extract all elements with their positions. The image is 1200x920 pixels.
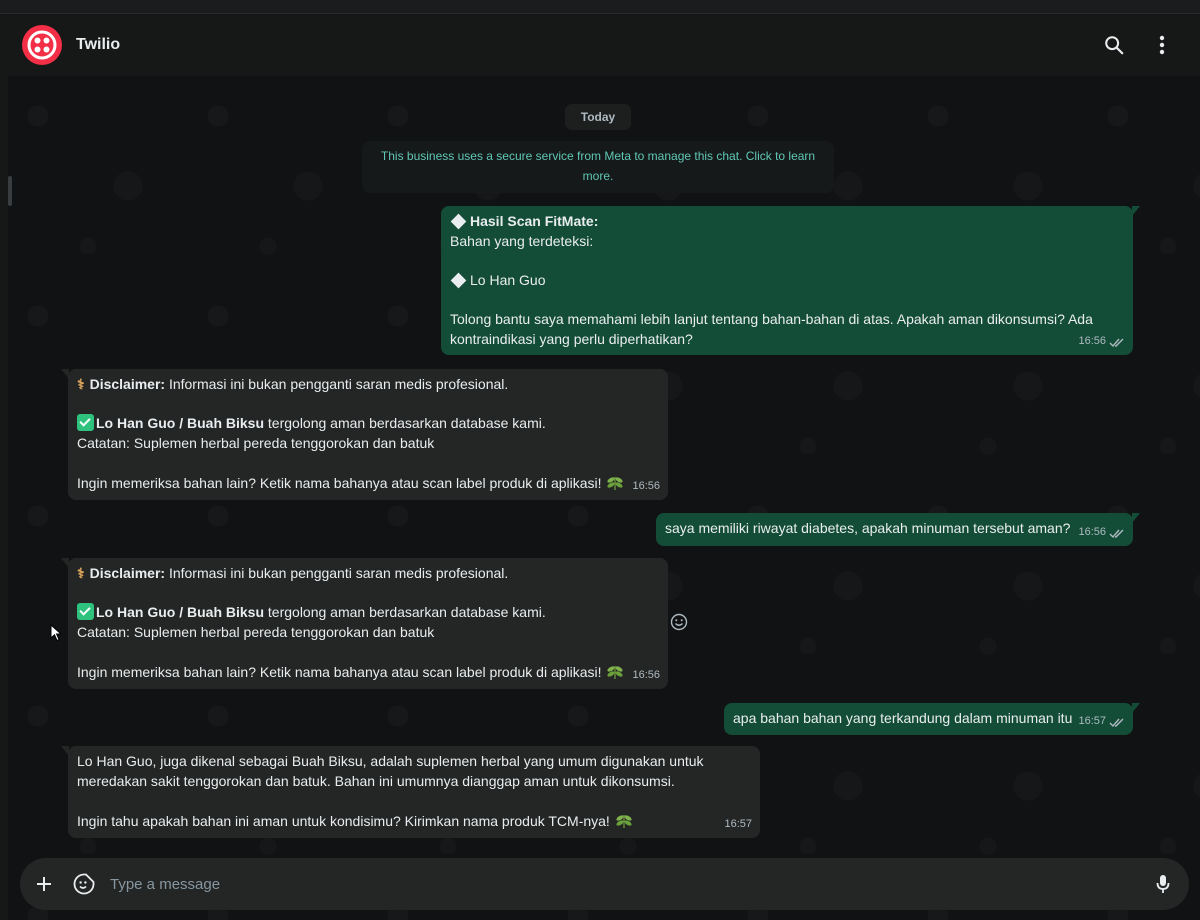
- twilio-logo[interactable]: [22, 25, 62, 65]
- disclaimer-label: Disclaimer:: [89, 376, 166, 392]
- check-mark-icon: [77, 414, 94, 432]
- message-time: 16:56: [632, 480, 660, 493]
- outgoing-message[interactable]: apa bahan bahan yang terkandung dalam mi…: [724, 703, 1140, 735]
- prompt-line: Ingin memeriksa bahan lain? Ketik nama b…: [77, 662, 659, 683]
- bubble-tail: [1132, 703, 1140, 713]
- message-line: Bahan yang terdeteksi:: [450, 232, 594, 249]
- menu-button[interactable]: [1150, 33, 1174, 57]
- message-meta: 16:57: [724, 815, 752, 835]
- product-name: Lo Han Guo / Buah Biksu: [96, 604, 265, 621]
- double-check-icon: [1109, 338, 1124, 347]
- message-body: Tolong bantu saya memahami lebih lanjut …: [450, 311, 1093, 348]
- whatsapp-chat-window: Twilio Today This business uses a secure…: [0, 0, 1200, 920]
- prompt-line: Ingin tahu apakah bahan ini aman untuk k…: [77, 811, 746, 832]
- bubble-tail: [61, 746, 69, 756]
- message-composer: [20, 858, 1189, 910]
- check-mark-icon: [77, 603, 94, 621]
- message-time: 16:57: [724, 818, 752, 831]
- disclaimer-text: Informasi ini bukan pengganti saran medi…: [165, 376, 509, 392]
- header-actions: [1102, 33, 1174, 57]
- herb-icon: [607, 477, 624, 491]
- message-meta: 16:56: [1078, 523, 1125, 543]
- bubble-tail: [61, 558, 69, 568]
- double-check-icon: [1109, 718, 1124, 727]
- search-icon: [1105, 36, 1124, 55]
- message-text: saya memiliki riwayat diabetes, apakah m…: [665, 520, 1071, 536]
- prompt-text: Ingin memeriksa bahan lain? Ketik nama b…: [77, 475, 602, 492]
- product-line: Lo Han Guo / Buah Biksu tergolong aman b…: [77, 603, 659, 623]
- message-title-line: Hasil Scan FitMate:: [450, 212, 1124, 232]
- product-note: Catatan: Suplemen herbal pereda tenggoro…: [77, 624, 435, 641]
- message-text: apa bahan bahan yang terkandung dalam mi…: [733, 710, 1073, 726]
- react-button[interactable]: [668, 611, 690, 633]
- microphone-icon: [1156, 875, 1170, 893]
- unknown-glyph-icon: [450, 272, 467, 289]
- sticker-button[interactable]: [72, 872, 96, 896]
- contact-name[interactable]: Twilio: [76, 36, 120, 54]
- attach-button[interactable]: [32, 872, 56, 896]
- message-time: 16:56: [1078, 335, 1106, 348]
- product-name: Lo Han Guo / Buah Biksu: [96, 415, 265, 432]
- message-meta: 16:56: [1078, 332, 1125, 352]
- incoming-message[interactable]: Lo Han Guo, juga dikenal sebagai Buah Bi…: [61, 746, 760, 838]
- bubble-tail: [1132, 206, 1140, 216]
- plus-icon: [37, 877, 51, 891]
- more-vertical-icon: [1159, 35, 1165, 55]
- twilio-logo-icon: [27, 30, 57, 60]
- voice-message-button[interactable]: [1151, 872, 1175, 896]
- message-meta: 16:56: [632, 477, 660, 497]
- product-status: tergolong aman berdasarkan database kami…: [264, 604, 546, 621]
- medical-symbol-icon: ⚕: [77, 565, 85, 581]
- message-item-line: Lo Han Guo: [450, 271, 1124, 291]
- message-title: Hasil Scan FitMate:: [470, 213, 599, 229]
- double-check-icon: [1109, 529, 1124, 538]
- ingredient-name: Lo Han Guo: [470, 272, 546, 289]
- disclaimer-line: ⚕ Disclaimer: Informasi ini bukan penggan…: [77, 375, 659, 395]
- disclaimer-label: Disclaimer:: [89, 565, 166, 581]
- medical-symbol-icon: ⚕: [77, 376, 85, 392]
- encryption-notice[interactable]: This business uses a secure service from…: [362, 141, 834, 193]
- message-input[interactable]: [108, 864, 1151, 904]
- mouse-pointer-icon: [50, 623, 63, 647]
- message-time: 16:56: [632, 669, 660, 682]
- message-time: 16:56: [1078, 526, 1106, 539]
- disclaimer-line: ⚕ Disclaimer: Informasi ini bukan penggan…: [77, 564, 659, 584]
- message-meta: 16:56: [632, 666, 660, 686]
- chat-header: Twilio: [8, 14, 1200, 76]
- search-button[interactable]: [1102, 33, 1126, 57]
- message-paragraph: Lo Han Guo, juga dikenal sebagai Buah Bi…: [77, 753, 704, 789]
- prompt-text: Ingin memeriksa bahan lain? Ketik nama b…: [77, 664, 602, 681]
- product-note: Catatan: Suplemen herbal pereda tenggoro…: [77, 435, 435, 452]
- prompt-text: Ingin tahu apakah bahan ini aman untuk k…: [77, 813, 610, 830]
- outgoing-message[interactable]: Hasil Scan FitMate: Bahan yang terdeteks…: [441, 206, 1140, 355]
- message-meta: 16:57: [1078, 712, 1125, 732]
- message-time: 16:57: [1078, 715, 1106, 728]
- bubble-tail: [61, 369, 69, 379]
- smiley-icon: [670, 613, 688, 631]
- disclaimer-text: Informasi ini bukan pengganti saran medi…: [165, 565, 509, 581]
- herb-icon: [616, 815, 632, 829]
- sticker-icon: [73, 873, 95, 895]
- outgoing-message[interactable]: saya memiliki riwayat diabetes, apakah m…: [656, 513, 1140, 546]
- window-top-bar: [0, 0, 1200, 14]
- date-divider: Today: [565, 104, 631, 130]
- product-status: tergolong aman berdasarkan database kami…: [264, 415, 546, 432]
- prompt-line: Ingin memeriksa bahan lain? Ketik nama b…: [77, 473, 659, 494]
- herb-icon: [607, 666, 624, 680]
- scrollbar-handle[interactable]: [8, 176, 12, 206]
- incoming-message[interactable]: ⚕ Disclaimer: Informasi ini bukan penggan…: [61, 369, 668, 500]
- product-line: Lo Han Guo / Buah Biksu tergolong aman b…: [77, 414, 659, 434]
- incoming-message[interactable]: ⚕ Disclaimer: Informasi ini bukan penggan…: [61, 558, 668, 689]
- unknown-glyph-icon: [450, 213, 467, 230]
- bubble-tail: [1132, 513, 1140, 523]
